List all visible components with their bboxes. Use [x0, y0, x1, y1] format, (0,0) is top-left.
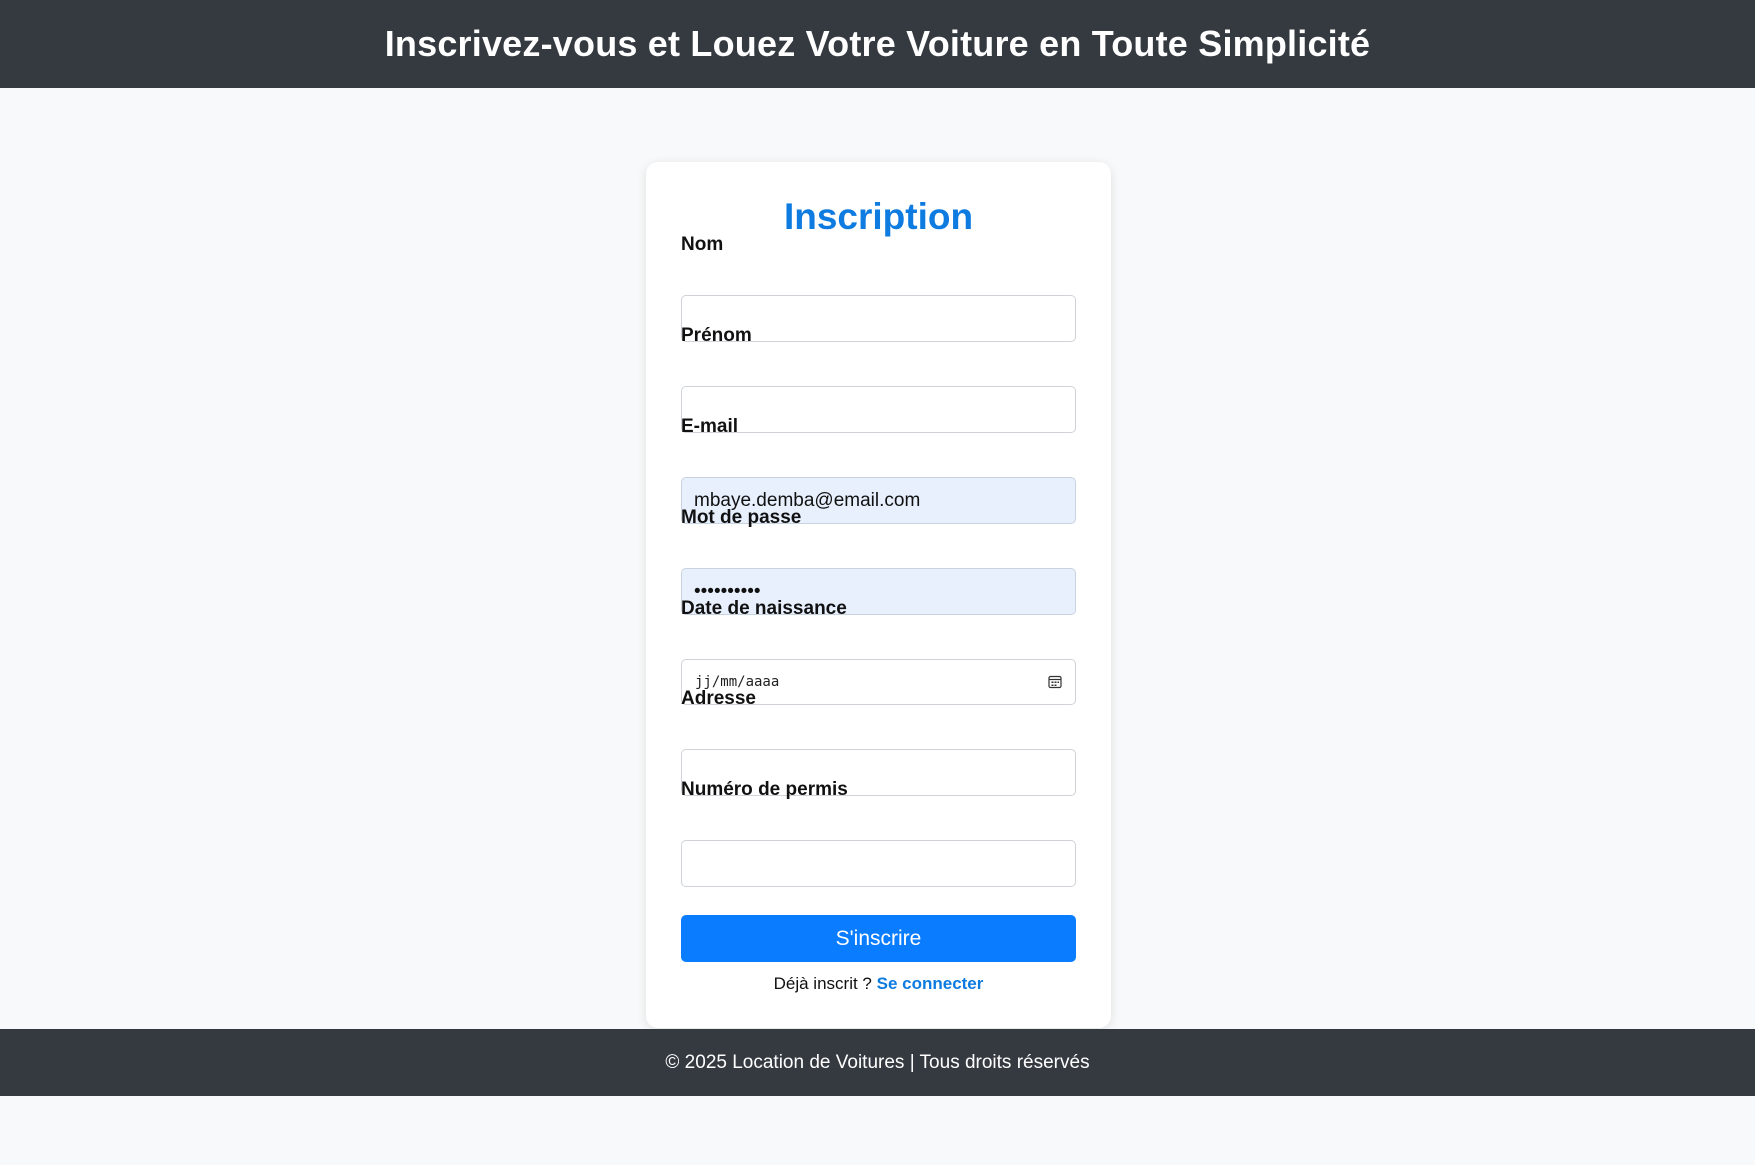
footer-text: © 2025 Location de Voitures | Tous droit… [665, 1051, 1090, 1073]
prenom-label: Prénom [681, 325, 752, 346]
signup-button[interactable]: S'inscrire [681, 915, 1076, 962]
nom-label: Nom [681, 234, 724, 255]
login-link[interactable]: Se connecter [877, 974, 984, 993]
site-header: Inscrivez-vous et Louez Votre Voiture en… [0, 0, 1755, 88]
page-title: Inscrivez-vous et Louez Votre Voiture en… [384, 23, 1371, 64]
permis-label: Numéro de permis [681, 779, 848, 800]
calendar-icon[interactable] [1048, 675, 1062, 689]
login-prompt-line: Déjà inscrit ? Se connecter [646, 974, 1111, 994]
form-title: Inscription [783, 196, 974, 237]
permis-input[interactable] [681, 840, 1076, 887]
password-label: Mot de passe [681, 507, 802, 528]
site-footer: © 2025 Location de Voitures | Tous droit… [0, 1029, 1755, 1096]
login-prompt-text: Déjà inscrit ? [773, 974, 872, 993]
birthdate-label: Date de naissance [681, 598, 847, 619]
email-label: E-mail [681, 416, 739, 437]
adresse-label: Adresse [681, 688, 756, 709]
prenom-input[interactable] [681, 386, 1076, 433]
signup-card: Inscription Nom Prénom E-mail Mot de pas… [646, 162, 1111, 1028]
